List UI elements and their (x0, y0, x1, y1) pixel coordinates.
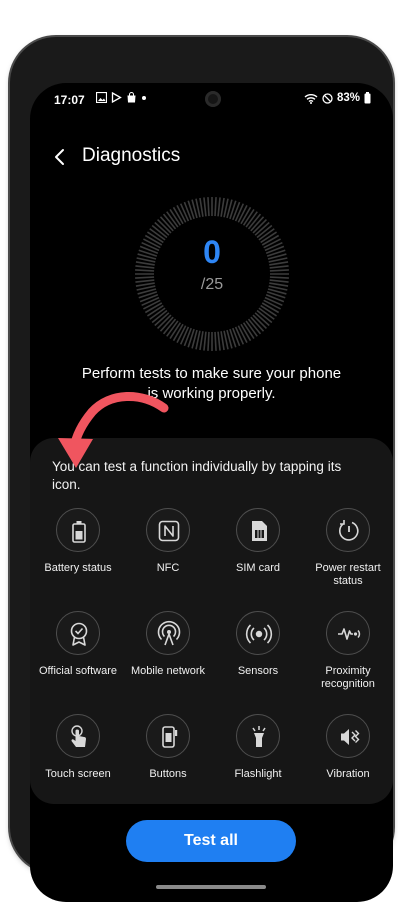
annotation-arrow-icon (58, 392, 169, 468)
